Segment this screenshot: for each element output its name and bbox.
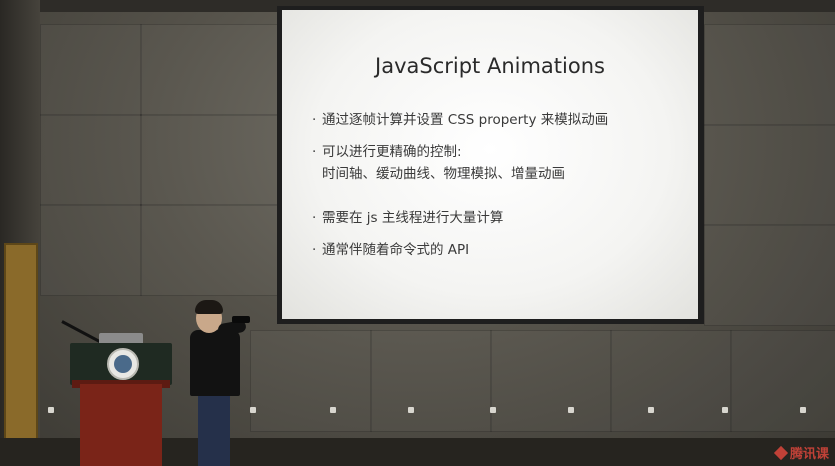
wall-outlet [408, 407, 414, 413]
wall-outlet [330, 407, 336, 413]
wall-panel [250, 330, 372, 432]
slide-bullet: · 需要在 js 主线程进行大量计算 [312, 208, 503, 228]
wall-outlet [648, 407, 654, 413]
wall-panel [730, 330, 835, 432]
wall-panel [140, 24, 279, 116]
wall-panel [140, 114, 279, 206]
wall-panel [704, 24, 835, 126]
microphone [61, 320, 102, 344]
slide-bullet: · 可以进行更精确的控制: [312, 142, 462, 162]
slide-sub-line: 时间轴、缓动曲线、物理模拟、增量动画 [322, 166, 565, 182]
speaker-legs [198, 394, 230, 466]
wall-outlet [48, 407, 54, 413]
bullet-text: 可以进行更精确的控制: [322, 144, 462, 160]
speaker-torso [190, 330, 240, 396]
presentation-slide: JavaScript Animations · 通过逐帧计算并设置 CSS pro… [282, 10, 698, 319]
podium [80, 384, 162, 466]
bullet-text: 需要在 js 主线程进行大量计算 [322, 210, 504, 226]
wall-outlet [800, 407, 806, 413]
watermark-text: 腾讯课 [789, 447, 829, 462]
side-door [4, 243, 38, 447]
wall-outlet [250, 407, 256, 413]
wall-panel [140, 204, 279, 296]
bullet-text: 通常伴随着命令式的 API [322, 242, 470, 258]
wall-panel [704, 124, 835, 226]
wall-outlet [568, 407, 574, 413]
speaker-hair [195, 300, 223, 314]
watermark-logo-icon [773, 445, 789, 461]
lecture-scene: JavaScript Animations · 通过逐帧计算并设置 CSS pro… [0, 0, 835, 466]
wall-panel [370, 330, 492, 432]
bullet-dot: · [312, 112, 317, 128]
slide-title: JavaScript Animations [375, 54, 605, 78]
bullet-dot: · [312, 210, 317, 226]
wall-panel [610, 330, 732, 432]
university-emblem-icon [107, 348, 139, 380]
camera [232, 316, 250, 323]
watermark: 腾讯课 [773, 443, 829, 462]
bullet-text: 通过逐帧计算并设置 CSS property 来模拟动画 [322, 112, 609, 128]
wall-outlet [490, 407, 496, 413]
wall-panel [40, 24, 142, 116]
wall-panel [490, 330, 612, 432]
wall-panel [704, 224, 835, 326]
slide-bullet: · 通过逐帧计算并设置 CSS property 来模拟动画 [312, 110, 608, 130]
wall-panel [40, 114, 142, 206]
bullet-dot: · [312, 144, 317, 160]
bullet-dot: · [312, 242, 317, 258]
wall-panel [40, 204, 142, 296]
wall-outlet [722, 407, 728, 413]
slide-bullet: · 通常伴随着命令式的 API [312, 240, 469, 260]
